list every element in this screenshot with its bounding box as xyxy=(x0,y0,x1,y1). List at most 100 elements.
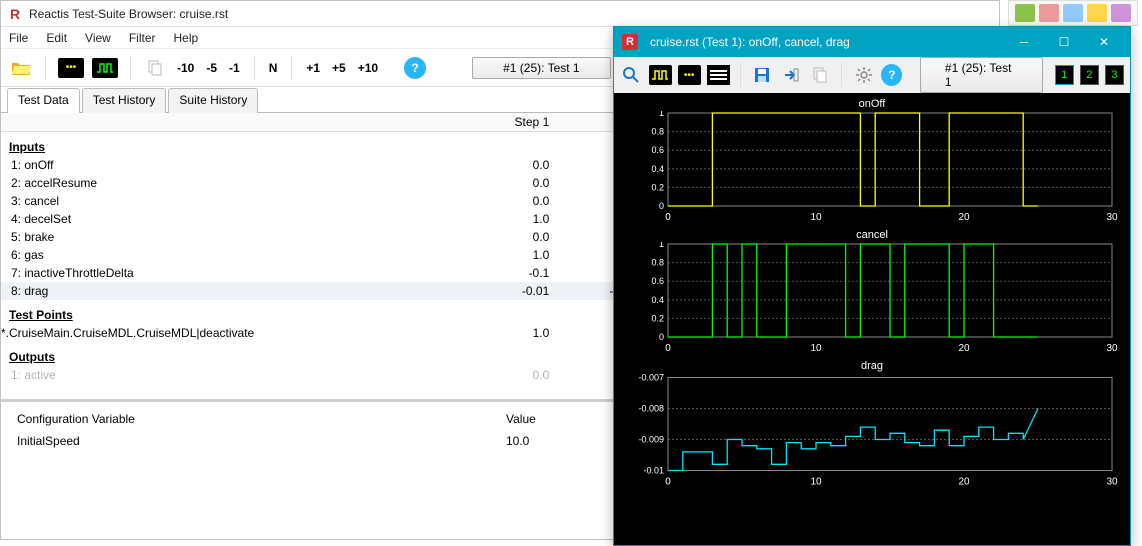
svg-text:10: 10 xyxy=(810,212,822,223)
plot-toolbar: ••• ? #1 (25): Test 1 1 2 3 xyxy=(614,57,1130,93)
dots-icon[interactable]: ••• xyxy=(678,65,701,85)
chart-onOff: onOff00.20.40.60.810102030 xyxy=(622,97,1122,226)
tab-suite-history[interactable]: Suite History xyxy=(168,88,258,113)
chart-cancel: cancel00.20.40.60.810102030 xyxy=(622,228,1122,357)
save-icon[interactable] xyxy=(751,63,774,87)
menu-view[interactable]: View xyxy=(85,31,111,45)
tab-test-history[interactable]: Test History xyxy=(82,88,167,113)
copy-icon[interactable] xyxy=(809,63,832,87)
row-name: 4: decelSet xyxy=(1,210,426,228)
gear-icon[interactable] xyxy=(852,63,875,87)
cell: 0.0 xyxy=(426,174,557,192)
help-icon[interactable]: ? xyxy=(881,64,902,86)
help-icon[interactable]: ? xyxy=(404,57,426,79)
signal1-icon[interactable]: ••• xyxy=(58,58,84,78)
svg-text:-0.007: -0.007 xyxy=(638,373,664,383)
step-plus1[interactable]: +1 xyxy=(304,61,322,75)
cell: 1.0 xyxy=(426,210,557,228)
chart-drag: drag -0.01 -0.009 -0.008 -0.007 0 10 20 30 xyxy=(622,359,1122,493)
step-minus10[interactable]: -10 xyxy=(175,61,196,75)
row-name: 2: accelResume xyxy=(1,174,426,192)
view-1-button[interactable]: 1 xyxy=(1055,65,1074,85)
cell: 0.0 xyxy=(426,192,557,210)
menu-filter[interactable]: Filter xyxy=(129,31,156,45)
svg-text:1: 1 xyxy=(659,242,664,249)
svg-text:0.6: 0.6 xyxy=(651,145,664,155)
export-icon[interactable] xyxy=(780,63,803,87)
search-icon[interactable] xyxy=(620,63,643,87)
main-title: Reactis Test-Suite Browser: cruise.rst xyxy=(29,7,228,21)
svg-text:0: 0 xyxy=(659,332,664,342)
copy-icon[interactable] xyxy=(143,56,167,80)
svg-text:30: 30 xyxy=(1106,212,1118,223)
row-name: 6: gas xyxy=(1,246,426,264)
cell: 1.0 xyxy=(426,324,557,342)
minimize-icon[interactable]: ─ xyxy=(1006,31,1042,53)
chart-title: drag xyxy=(622,359,1122,373)
test-selector[interactable]: #1 (25): Test 1 xyxy=(472,57,611,79)
svg-text:0.2: 0.2 xyxy=(651,182,664,192)
tab-test-data[interactable]: Test Data xyxy=(7,88,80,113)
step-plus5[interactable]: +5 xyxy=(330,61,348,75)
main-titlebar[interactable]: R Reactis Test-Suite Browser: cruise.rst xyxy=(1,1,999,27)
plot-title: cruise.rst (Test 1): onOff, cancel, drag xyxy=(650,35,1006,49)
row-name: 3: cancel xyxy=(1,192,426,210)
step-n[interactable]: N xyxy=(267,61,280,75)
menu-edit[interactable]: Edit xyxy=(46,31,67,45)
step-minus5[interactable]: -5 xyxy=(204,61,219,75)
plot-test-selector[interactable]: #1 (25): Test 1 xyxy=(920,57,1043,93)
cell: 0.0 xyxy=(426,366,557,384)
menu-help[interactable]: Help xyxy=(174,31,199,45)
svg-text:0.8: 0.8 xyxy=(651,258,664,268)
cell: 1.0 xyxy=(426,246,557,264)
svg-text:0: 0 xyxy=(659,201,664,211)
row-name: 5: brake xyxy=(1,228,426,246)
svg-text:0: 0 xyxy=(665,477,671,488)
open-icon[interactable] xyxy=(9,56,33,80)
svg-text:30: 30 xyxy=(1106,343,1118,354)
plot-titlebar[interactable]: R cruise.rst (Test 1): onOff, cancel, dr… xyxy=(614,27,1130,57)
config-var-header[interactable]: Configuration Variable xyxy=(11,408,500,430)
background-toolbar xyxy=(1008,0,1138,26)
step-plus10[interactable]: +10 xyxy=(356,61,380,75)
row-name: 1: onOff xyxy=(1,156,426,174)
svg-text:0.8: 0.8 xyxy=(651,127,664,137)
col-step1-header[interactable]: Step 1 xyxy=(426,113,557,132)
svg-text:-0.008: -0.008 xyxy=(638,404,664,414)
svg-text:0.2: 0.2 xyxy=(651,313,664,323)
maximize-icon[interactable]: ☐ xyxy=(1046,31,1082,53)
config-var: InitialSpeed xyxy=(11,430,500,452)
svg-text:30: 30 xyxy=(1106,477,1118,488)
chart-title: cancel xyxy=(622,228,1122,242)
svg-text:0.6: 0.6 xyxy=(651,276,664,286)
svg-text:10: 10 xyxy=(810,477,822,488)
signal-icon[interactable] xyxy=(649,65,672,85)
menu-file[interactable]: File xyxy=(9,31,28,45)
close-icon[interactable]: ✕ xyxy=(1086,31,1122,53)
signal2-icon[interactable] xyxy=(92,58,118,78)
chart-title: onOff xyxy=(622,97,1122,111)
plot-window: R cruise.rst (Test 1): onOff, cancel, dr… xyxy=(613,26,1131,546)
svg-text:0: 0 xyxy=(665,343,671,354)
list-icon[interactable] xyxy=(707,65,730,85)
step-minus1[interactable]: -1 xyxy=(227,61,242,75)
row-name: 8: drag xyxy=(1,282,426,300)
svg-text:-0.01: -0.01 xyxy=(643,466,664,476)
cell: 0.0 xyxy=(426,156,557,174)
svg-text:20: 20 xyxy=(958,212,970,223)
row-name: 7: inactiveThrottleDelta xyxy=(1,264,426,282)
svg-text:0: 0 xyxy=(665,212,671,223)
svg-text:0.4: 0.4 xyxy=(651,295,664,305)
cell: -0.01 xyxy=(426,282,557,300)
charts-area: onOff00.20.40.60.810102030cancel00.20.40… xyxy=(614,93,1130,503)
view-2-button[interactable]: 2 xyxy=(1080,65,1099,85)
row-name: 1: active xyxy=(1,366,426,384)
col-name-header[interactable] xyxy=(1,113,426,132)
svg-text:-0.009: -0.009 xyxy=(638,435,664,445)
view-3-button[interactable]: 3 xyxy=(1105,65,1124,85)
cell: 0.0 xyxy=(426,228,557,246)
svg-text:20: 20 xyxy=(958,343,970,354)
app-icon: R xyxy=(622,34,638,50)
svg-text:20: 20 xyxy=(958,477,970,488)
cell: -0.1 xyxy=(426,264,557,282)
